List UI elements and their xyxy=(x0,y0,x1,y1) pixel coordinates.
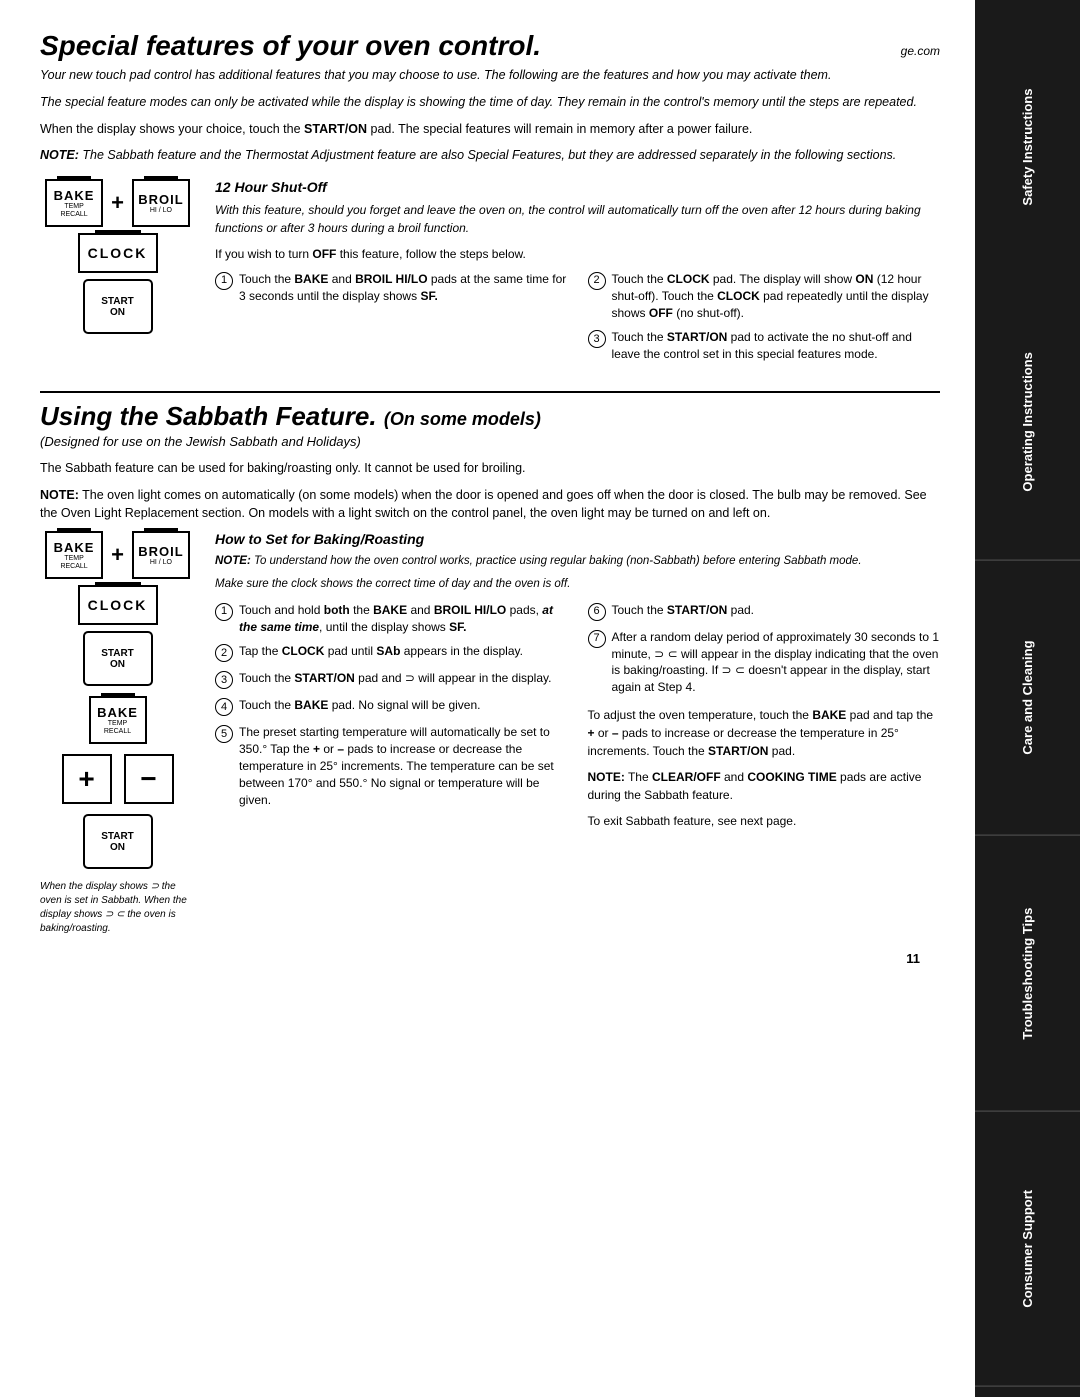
shutoff-step3: 3 Touch the START/ON pad to activate the… xyxy=(588,329,941,363)
broil-button[interactable]: BROIL HI / LO xyxy=(132,179,190,227)
sabbath-bake-button[interactable]: BAKE TEMP RECALL xyxy=(45,531,103,579)
shutoff-step2: 2 Touch the CLOCK pad. The display will … xyxy=(588,271,941,321)
s-step-num-4: 4 xyxy=(215,698,233,716)
sabbath-clock-button[interactable]: CLOCK xyxy=(78,585,158,625)
minus-button[interactable]: − xyxy=(124,754,174,804)
s-step-num-1: 1 xyxy=(215,603,233,621)
website: ge.com xyxy=(901,44,940,58)
page-title-bar: Special features of your oven control. g… xyxy=(40,30,940,62)
sabbath-steps-left: 1 Touch and hold both the BAKE and BROIL… xyxy=(215,602,568,830)
s-step-num-2: 2 xyxy=(215,644,233,662)
shutoff-step1: 1 Touch the BAKE and BROIL HI/LO pads at… xyxy=(215,271,568,305)
sabbath-note1: The Sabbath feature can be used for baki… xyxy=(40,459,940,478)
shutoff-steps-left: 1 Touch the BAKE and BROIL HI/LO pads at… xyxy=(215,271,568,371)
section-divider xyxy=(40,391,940,393)
sabbath-step2: 2 Tap the CLOCK pad until SAb appears in… xyxy=(215,643,568,662)
sabbath-clock-note: Make sure the clock shows the correct ti… xyxy=(215,576,940,593)
sabbath-exit-text: To exit Sabbath feature, see next page. xyxy=(588,812,941,830)
sabbath-step1: 1 Touch and hold both the BAKE and BROIL… xyxy=(215,602,568,636)
bake-broil-row: BAKE TEMP RECALL + BROIL HI / LO xyxy=(45,179,190,227)
sabbath-title: Using the Sabbath Feature. (On some mode… xyxy=(40,401,940,432)
clock-button-top[interactable]: CLOCK xyxy=(78,233,158,273)
intro-p3: When the display shows your choice, touc… xyxy=(40,120,940,139)
sabbath-panel: BAKE TEMP RECALL + BROIL HI / LO CLOCK S… xyxy=(40,531,195,936)
control-panel-top: BAKE TEMP RECALL + BROIL HI / LO CLOCK S… xyxy=(40,179,195,371)
sabbath-step7: 7 After a random delay period of approxi… xyxy=(588,629,941,696)
sabbath-note-how: NOTE: To understand how the oven control… xyxy=(215,553,940,570)
main-content: Special features of your oven control. g… xyxy=(0,0,970,986)
sidebar-operating: Operating Instructions xyxy=(975,285,1080,561)
sabbath-step3: 3 Touch the START/ON pad and ⊃ will appe… xyxy=(215,670,568,689)
sidebar-safety: Safety Instructions xyxy=(975,10,1080,285)
plus-sign: + xyxy=(111,190,124,216)
sabbath-adjust-text: To adjust the oven temperature, touch th… xyxy=(588,706,941,760)
sabbath-plus-sign: + xyxy=(111,542,124,568)
sabbath-bake2-button[interactable]: BAKE TEMP RECALL xyxy=(89,696,147,744)
s-step-num-5: 5 xyxy=(215,725,233,743)
plus-minus-row: + − xyxy=(62,754,174,804)
sabbath-start-button[interactable]: START ON xyxy=(83,631,153,686)
intro-p4: NOTE: The Sabbath feature and the Thermo… xyxy=(40,146,940,165)
sabbath-note2: NOTE: The oven light comes on automatica… xyxy=(40,486,940,524)
sabbath-steps-right: 6 Touch the START/ON pad. 7 After a rand… xyxy=(588,602,941,830)
shutoff-intro: With this feature, should you forget and… xyxy=(215,201,940,237)
step-num-1: 1 xyxy=(215,272,233,290)
shutoff-off-text: If you wish to turn OFF this feature, fo… xyxy=(215,245,940,263)
sabbath-broil-button[interactable]: BROIL HI / LO xyxy=(132,531,190,579)
s-step-num-3: 3 xyxy=(215,671,233,689)
intro-p1: Your new touch pad control has additiona… xyxy=(40,66,940,85)
sabbath-caption: When the display shows ⊃ the oven is set… xyxy=(40,880,195,936)
sabbath-note3: NOTE: The CLEAR/OFF and COOKING TIME pad… xyxy=(588,768,941,804)
sabbath-subtitle: (Designed for use on the Jewish Sabbath … xyxy=(40,434,940,449)
sidebar-consumer: Consumer Support xyxy=(975,1111,1080,1387)
sidebar-care: Care and Cleaning xyxy=(975,560,1080,836)
bake-button[interactable]: BAKE TEMP RECALL xyxy=(45,179,103,227)
sabbath-step4: 4 Touch the BAKE pad. No signal will be … xyxy=(215,697,568,716)
start-on-button-top[interactable]: START ON xyxy=(83,279,153,334)
sidebar-troubleshooting: Troubleshooting Tips xyxy=(975,836,1080,1112)
sabbath-step6: 6 Touch the START/ON pad. xyxy=(588,602,941,621)
sabbath-steps-container: 1 Touch and hold both the BAKE and BROIL… xyxy=(215,602,940,830)
plus-button[interactable]: + xyxy=(62,754,112,804)
step-num-3: 3 xyxy=(588,330,606,348)
sabbath-content: How to Set for Baking/Roasting NOTE: To … xyxy=(215,531,940,936)
s-step-num-6: 6 xyxy=(588,603,606,621)
sabbath-bake-broil-row: BAKE TEMP RECALL + BROIL HI / LO xyxy=(45,531,190,579)
step-num-2: 2 xyxy=(588,272,606,290)
sabbath-start2-button[interactable]: START ON xyxy=(83,814,153,869)
intro-p2: The special feature modes can only be ac… xyxy=(40,93,940,112)
shutoff-title: 12 Hour Shut-Off xyxy=(215,179,940,195)
how-to-title: How to Set for Baking/Roasting xyxy=(215,531,940,547)
shutoff-steps-right: 2 Touch the CLOCK pad. The display will … xyxy=(588,271,941,371)
shutoff-content: 12 Hour Shut-Off With this feature, shou… xyxy=(215,179,940,371)
shutoff-steps: 1 Touch the BAKE and BROIL HI/LO pads at… xyxy=(215,271,940,371)
s-step-num-7: 7 xyxy=(588,630,606,648)
sabbath-section: BAKE TEMP RECALL + BROIL HI / LO CLOCK S… xyxy=(40,531,940,936)
shutoff-section: BAKE TEMP RECALL + BROIL HI / LO CLOCK S… xyxy=(40,179,940,371)
right-sidebar: Safety Instructions Operating Instructio… xyxy=(975,0,1080,1397)
sabbath-step5: 5 The preset starting temperature will a… xyxy=(215,724,568,808)
page-number: 11 xyxy=(40,951,920,966)
page-title: Special features of your oven control. xyxy=(40,30,541,62)
